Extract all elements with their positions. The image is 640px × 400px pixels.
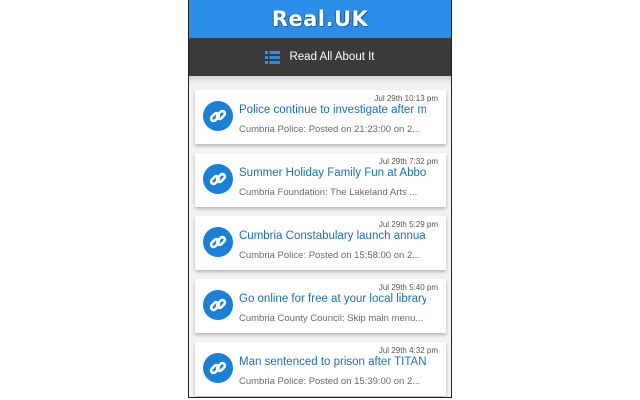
news-item-title[interactable]: Cumbria Constabulary launch annua... [239,230,426,242]
news-item[interactable]: Jul 29th 5:40 pm Go online for free at y… [195,279,446,333]
news-feed: Jul 29th 10:13 pm Police continue to inv… [189,84,451,396]
news-item[interactable]: Jul 29th 5:29 pm Cumbria Constabulary la… [195,216,446,270]
news-item-date: Jul 29th 4:32 pm [378,346,438,355]
news-item[interactable]: Jul 29th 7:32 pm Summer Holiday Family F… [195,153,446,207]
news-item-date: Jul 29th 5:40 pm [378,283,438,292]
news-item[interactable]: Jul 29th 4:32 pm Man sentenced to prison… [195,342,446,396]
news-item-date: Jul 29th 10:13 pm [374,94,438,103]
news-item-date: Jul 29th 5:29 pm [378,220,438,229]
news-item-summary: Cumbria Foundation: The Lakeland Arts ..… [239,187,418,198]
news-item-title[interactable]: Man sentenced to prison after TITAN [239,356,426,368]
divider [189,76,451,84]
top-bar: Real.UK [189,0,451,38]
link-icon [203,227,233,257]
news-item-summary: Cumbria Police: Posted on 21:23:00 on 2.… [239,124,421,135]
link-icon [203,164,233,194]
app-frame: Real.UK Read All About It Jul 29th 10:13… [188,0,452,398]
news-item-summary: Cumbria Police: Posted on 15:39:00 on 2.… [239,376,421,387]
link-icon [203,101,233,131]
news-item-title[interactable]: Summer Holiday Family Fun at Abbo... [239,167,426,179]
link-icon [203,290,233,320]
news-item-summary: Cumbria County Council: Skip main menu..… [239,313,424,324]
news-item-summary: Cumbria Police: Posted on 15:58:00 on 2.… [239,250,421,261]
news-item-title[interactable]: Police continue to investigate after m..… [239,104,426,116]
nav-label: Read All About It [289,51,375,63]
news-item-date: Jul 29th 7:32 pm [378,157,438,166]
link-icon [203,353,233,383]
brand-logo[interactable]: Real.UK [272,7,369,31]
news-item-title[interactable]: Go online for free at your local library [239,293,426,305]
nav-bar[interactable]: Read All About It [189,38,451,76]
list-icon [265,50,281,64]
news-item[interactable]: Jul 29th 10:13 pm Police continue to inv… [195,90,446,144]
